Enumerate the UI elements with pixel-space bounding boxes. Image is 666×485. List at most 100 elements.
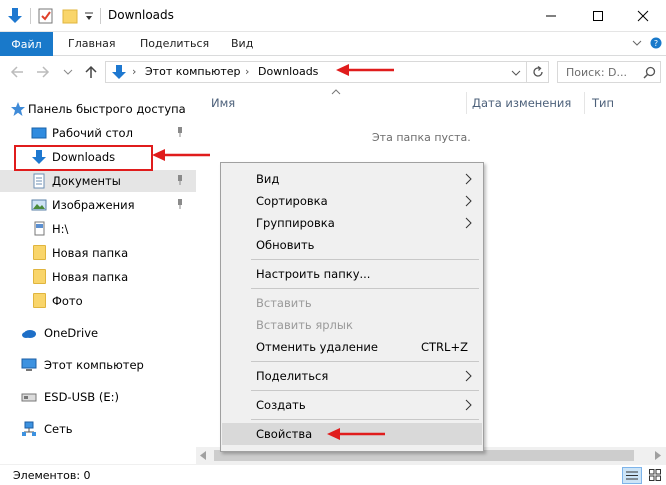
close-icon — [637, 10, 649, 21]
nav-item-desktop[interactable]: Рабочий стол — [0, 122, 196, 144]
customize-qa-icon[interactable] — [84, 7, 94, 25]
scroll-left-icon[interactable] — [199, 451, 207, 460]
red-highlight-box — [14, 145, 153, 171]
column-header-name[interactable]: Имя — [211, 96, 235, 110]
menu-separator — [251, 361, 479, 362]
nav-label: Панель быстрого доступа — [28, 102, 186, 116]
tab-share[interactable]: Поделиться — [140, 37, 209, 50]
menu-item-customize-folder[interactable]: Настроить папку... — [222, 263, 482, 285]
computer-icon — [21, 358, 37, 371]
nav-item-usb[interactable]: ESD-USB (E:) — [0, 386, 196, 408]
address-bar[interactable]: › Этот компьютер › Downloads — [105, 61, 549, 83]
documents-icon — [33, 173, 45, 189]
nav-quick-access[interactable]: Панель быстрого доступа — [0, 98, 196, 120]
column-header-type[interactable]: Тип — [592, 96, 614, 110]
breadcrumb-this-pc[interactable]: Этот компьютер — [145, 65, 241, 78]
details-view-icon — [626, 471, 638, 480]
tab-file[interactable]: Файл — [0, 32, 53, 56]
menu-item-paste-shortcut: Вставить ярлык — [222, 314, 482, 336]
red-annotation-arrow-icon — [327, 428, 385, 440]
menu-item-shortcut: CTRL+Z — [421, 340, 468, 354]
tab-view[interactable]: Вид — [231, 37, 253, 50]
nav-item-documents[interactable]: Документы — [0, 170, 196, 192]
breadcrumb-downloads[interactable]: Downloads — [258, 65, 318, 78]
menu-item-label: Группировка — [256, 216, 335, 230]
address-divider — [526, 62, 527, 82]
desktop-icon — [31, 127, 47, 139]
nav-item-photos[interactable]: Фото — [0, 290, 196, 312]
maximize-button[interactable] — [575, 0, 621, 31]
submenu-arrow-icon — [465, 399, 472, 411]
menu-item-undo-delete[interactable]: Отменить удаление CTRL+Z — [222, 336, 482, 358]
menu-item-label: Вставить ярлык — [256, 318, 353, 332]
address-row: › Этот компьютер › Downloads Поиск: D... — [0, 57, 666, 87]
column-divider[interactable] — [466, 92, 467, 114]
breadcrumb-separator: › — [245, 65, 250, 78]
folder-icon — [33, 293, 46, 308]
context-menu: Вид Сортировка Группировка Обновить Наст… — [220, 162, 484, 452]
nav-label: OneDrive — [44, 326, 99, 340]
ribbon-expand-icon[interactable] — [632, 38, 642, 48]
search-placeholder: Поиск: D... — [566, 66, 628, 79]
nav-item-this-pc[interactable]: Этот компьютер — [0, 354, 196, 376]
menu-item-view[interactable]: Вид — [222, 168, 482, 190]
search-input[interactable]: Поиск: D... — [557, 61, 661, 83]
back-arrow-icon[interactable] — [10, 65, 24, 79]
nav-label: Этот компьютер — [44, 358, 144, 372]
minimize-button[interactable] — [528, 0, 574, 31]
address-dropdown-icon[interactable] — [511, 68, 521, 78]
star-icon — [11, 102, 25, 116]
up-arrow-icon[interactable] — [84, 65, 98, 79]
nav-label: Рабочий стол — [52, 126, 133, 140]
large-icons-view-button[interactable] — [645, 467, 665, 484]
nav-item-pictures[interactable]: Изображения — [0, 194, 196, 216]
submenu-arrow-icon — [465, 217, 472, 229]
forward-arrow-icon[interactable] — [36, 65, 50, 79]
details-view-button[interactable] — [622, 467, 642, 484]
status-bar: Элементов: 0 — [0, 464, 666, 485]
menu-item-sort[interactable]: Сортировка — [222, 190, 482, 212]
nav-label: Фото — [52, 294, 83, 308]
menu-item-group[interactable]: Группировка — [222, 212, 482, 234]
column-divider[interactable] — [584, 92, 585, 114]
title-bar: Downloads — [0, 0, 666, 32]
nav-label: Новая папка — [52, 246, 129, 260]
nav-label: Документы — [52, 174, 121, 188]
properties-icon[interactable] — [38, 7, 54, 25]
menu-item-label: Настроить папку... — [256, 267, 371, 281]
qa-separator — [30, 8, 31, 24]
nav-item-onedrive[interactable]: OneDrive — [0, 322, 196, 344]
title-separator — [100, 8, 101, 24]
recent-locations-icon[interactable] — [63, 67, 73, 77]
nav-item-drive-h[interactable]: H:\ — [0, 218, 196, 240]
folder-icon — [33, 269, 46, 284]
nav-item-network[interactable]: Сеть — [0, 418, 196, 440]
network-icon — [22, 421, 36, 436]
minimize-icon — [546, 15, 556, 16]
help-icon[interactable]: ? — [650, 37, 662, 49]
menu-item-refresh[interactable]: Обновить — [222, 234, 482, 256]
menu-separator — [251, 259, 479, 260]
menu-item-new[interactable]: Создать — [222, 394, 482, 416]
refresh-icon[interactable] — [531, 65, 545, 79]
column-header-date[interactable]: Дата изменения — [472, 96, 571, 110]
menu-item-label: Создать — [256, 398, 306, 412]
large-icons-view-icon — [649, 469, 661, 481]
close-button[interactable] — [620, 0, 666, 31]
tab-home[interactable]: Главная — [68, 37, 116, 50]
nav-item-folder[interactable]: Новая папка — [0, 242, 196, 264]
menu-item-label: Отменить удаление — [256, 340, 378, 354]
menu-item-share[interactable]: Поделиться — [222, 365, 482, 387]
download-icon — [112, 65, 126, 79]
download-arrow-icon[interactable] — [6, 7, 24, 25]
submenu-arrow-icon — [465, 370, 472, 382]
scroll-right-icon[interactable] — [654, 451, 662, 460]
menu-item-label: Сортировка — [256, 194, 328, 208]
new-folder-icon[interactable] — [62, 7, 78, 25]
search-icon — [643, 66, 656, 79]
nav-item-folder[interactable]: Новая папка — [0, 266, 196, 288]
submenu-arrow-icon — [465, 195, 472, 207]
menu-item-label: Поделиться — [256, 369, 329, 383]
menu-item-label: Свойства — [256, 427, 313, 441]
menu-item-label: Вид — [256, 172, 280, 186]
